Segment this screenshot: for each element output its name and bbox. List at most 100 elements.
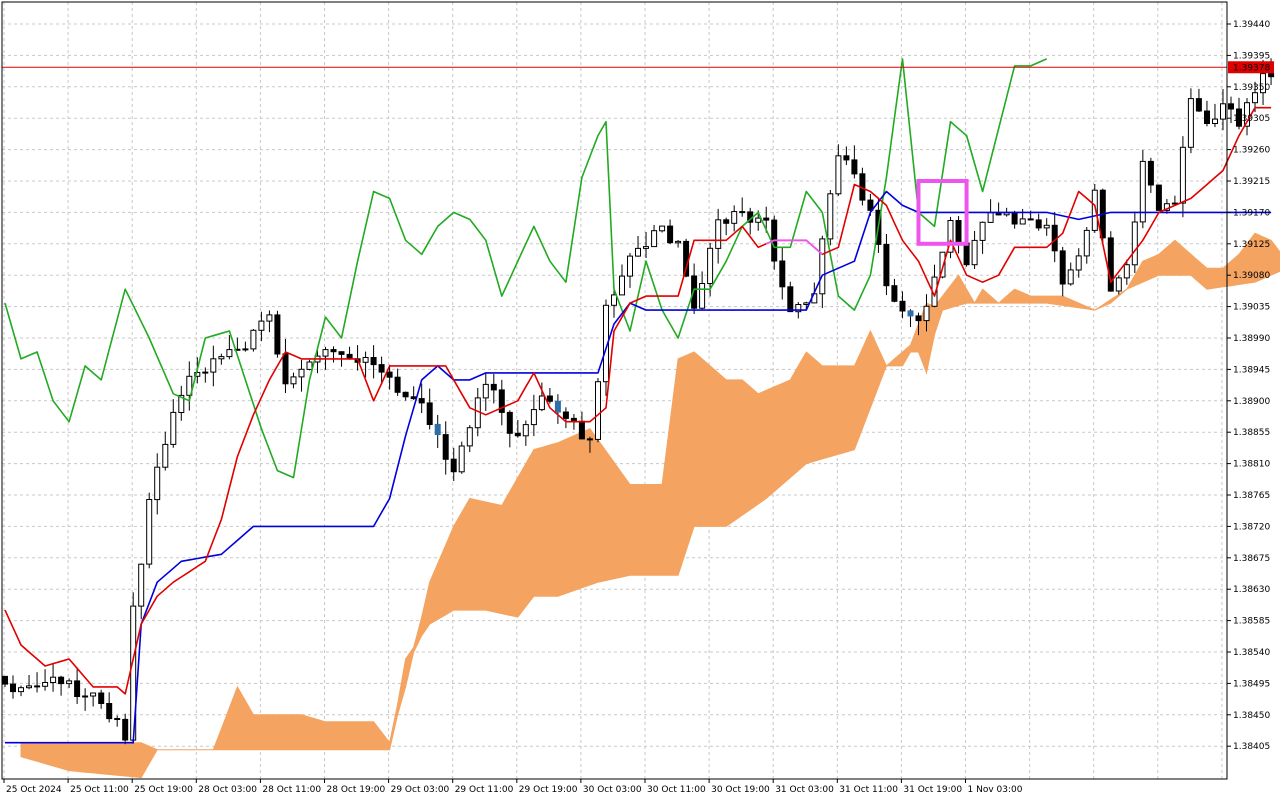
price-tick-label: 1.38720: [1233, 522, 1270, 532]
price-tick-label: 1.38810: [1233, 460, 1270, 470]
candle-body: [763, 217, 770, 221]
candle-body: [482, 383, 489, 399]
candle-body: [667, 225, 674, 244]
candle-body: [899, 300, 906, 312]
candle-body: [218, 356, 225, 360]
price-tick-label: 1.39305: [1233, 114, 1270, 124]
candle-body: [963, 242, 970, 266]
candle-body: [1035, 219, 1042, 229]
price-tick-label: 1.38765: [1233, 491, 1270, 501]
candle-body: [98, 692, 105, 704]
time-tick-label: 31 Oct 11:00: [839, 785, 898, 795]
candle-body: [402, 391, 409, 398]
candle-body: [258, 320, 265, 331]
candle-body: [755, 217, 762, 223]
price-tick-label: 1.38585: [1233, 617, 1270, 627]
candle-body: [619, 275, 625, 296]
candle-body: [1027, 218, 1034, 221]
candle-body: [138, 563, 145, 607]
price-tick-label: 1.39215: [1233, 177, 1270, 187]
price-tick-label: 1.39170: [1233, 208, 1270, 218]
time-tick-label: 25 Oct 2024: [6, 785, 62, 795]
price-tick-label: 1.39035: [1233, 303, 1270, 313]
candle-body: [1155, 184, 1162, 211]
price-tick-label: 1.39395: [1233, 51, 1270, 61]
time-tick-label: 29 Oct 03:00: [391, 785, 450, 795]
candle-body: [538, 395, 545, 411]
candle-body: [34, 685, 41, 688]
candle-body: [506, 411, 513, 434]
candle-body: [851, 159, 858, 175]
time-tick-label: 29 Oct 19:00: [519, 785, 578, 795]
candle-body: [1252, 92, 1258, 104]
candle-body: [595, 381, 601, 440]
candle-body: [154, 466, 161, 501]
candle-body: [10, 683, 16, 693]
candle-body: [290, 376, 297, 385]
candle-body: [42, 682, 49, 687]
candle-body: [282, 353, 289, 385]
candle-body: [106, 703, 113, 720]
candle-body: [26, 685, 32, 689]
candle-body: [643, 246, 649, 249]
candle-body: [651, 230, 658, 248]
candle-body: [162, 443, 169, 468]
candle-body: [554, 400, 561, 413]
candle-body: [659, 225, 666, 232]
candle-body: [210, 358, 217, 373]
candle-body: [338, 351, 345, 355]
candle-body: [915, 315, 922, 322]
candle-body: [1059, 250, 1066, 285]
candle-body: [1147, 160, 1154, 186]
candle-body: [170, 411, 177, 445]
candle-body: [1212, 118, 1218, 124]
candle-body: [370, 357, 377, 366]
candle-body: [50, 676, 57, 684]
candle-body: [1043, 224, 1050, 229]
time-tick-label: 28 Oct 11:00: [262, 785, 321, 795]
candle-body: [731, 211, 738, 224]
candle-body: [1075, 255, 1082, 271]
candle-body: [226, 349, 233, 358]
candle-body: [1115, 277, 1122, 292]
candle-body: [827, 193, 834, 240]
candle-body: [1228, 103, 1234, 110]
candle-body: [418, 398, 425, 404]
candle-body: [394, 376, 401, 393]
candle-body: [442, 434, 449, 460]
candle-body: [546, 395, 553, 402]
candle-body: [410, 396, 417, 400]
candle-body: [1220, 103, 1226, 120]
time-tick-label: 25 Oct 11:00: [70, 785, 129, 795]
candle-body: [1131, 221, 1138, 266]
candle-body: [883, 243, 890, 287]
candle-body: [530, 409, 537, 426]
candle-body: [675, 240, 682, 244]
price-tick-label: 1.38900: [1233, 397, 1270, 407]
candle-body: [74, 680, 81, 698]
price-chart[interactable]: 1.39440 1.39395 1.39350 1.39305 1.39260 1.392…: [0, 0, 1280, 800]
time-tick-label: 25 Oct 19:00: [134, 785, 193, 795]
price-tick-label: 1.38990: [1233, 334, 1270, 344]
candle-body: [58, 676, 65, 685]
candle-body: [1123, 264, 1130, 279]
candle-body: [274, 314, 281, 355]
candle-body: [779, 260, 786, 288]
time-tick-label: 28 Oct 19:00: [327, 785, 386, 795]
candle-body: [114, 718, 121, 720]
candle-body: [586, 438, 593, 441]
price-tick-label: 1.39125: [1233, 240, 1270, 250]
time-tick-label: 29 Oct 11:00: [455, 785, 514, 795]
candle-body: [434, 423, 441, 435]
candle-body: [426, 402, 433, 425]
candle-body: [739, 211, 746, 214]
candle-body: [715, 219, 722, 249]
current-price-label: 1.39378: [1233, 63, 1270, 73]
candle-body: [1067, 269, 1074, 285]
candle-body: [1187, 98, 1194, 148]
price-tick-label: 1.38450: [1233, 711, 1270, 721]
price-tick-label: 1.38495: [1233, 679, 1270, 689]
candle-body: [955, 220, 962, 244]
candle-body: [490, 383, 497, 391]
candle-body: [578, 420, 585, 440]
